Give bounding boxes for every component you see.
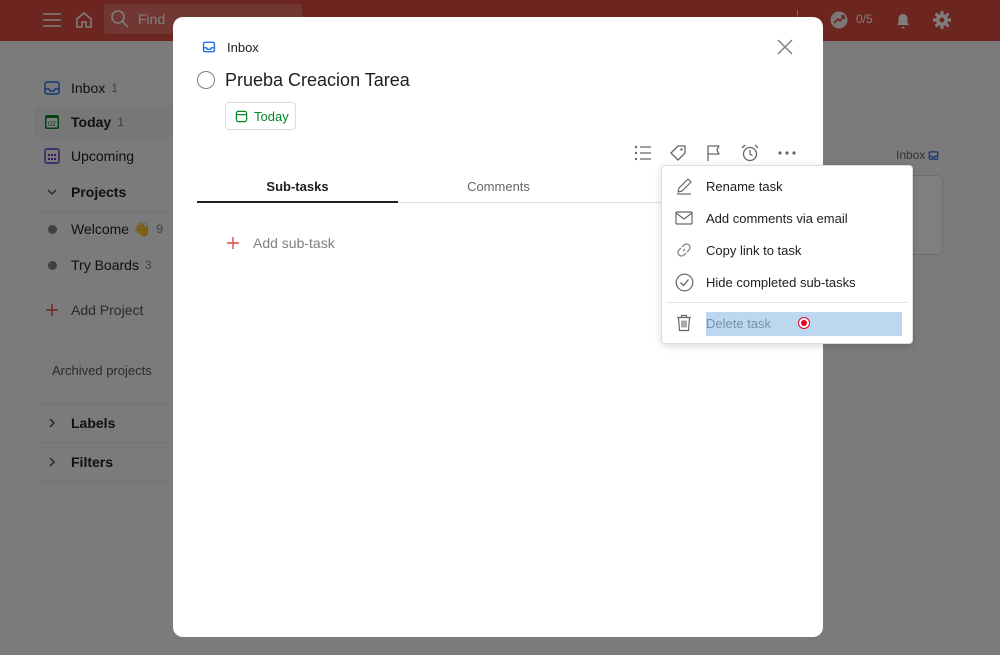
menu-item-delete-task[interactable]: Delete task xyxy=(662,308,912,338)
task-title[interactable]: Prueba Creacion Tarea xyxy=(225,70,410,91)
menu-item-copy-link[interactable]: Copy link to task xyxy=(662,235,912,265)
task-more-menu: Rename task Add comments via email Copy … xyxy=(661,165,913,344)
mouse-cursor-marker xyxy=(799,318,809,328)
menu-item-label: Add comments via email xyxy=(706,210,848,226)
plus-icon xyxy=(225,235,241,251)
check-circle-icon xyxy=(674,272,694,292)
menu-item-hide-completed[interactable]: Hide completed sub-tasks xyxy=(662,267,912,297)
tab-comments[interactable]: Comments xyxy=(398,179,599,194)
due-date-label: Today xyxy=(254,108,289,124)
trash-icon xyxy=(674,313,694,333)
flag-icon[interactable] xyxy=(703,142,725,164)
task-complete-checkbox[interactable] xyxy=(197,71,215,89)
calendar-icon xyxy=(234,109,248,123)
menu-item-label: Copy link to task xyxy=(706,242,802,258)
inbox-icon xyxy=(201,39,217,55)
menu-item-label: Hide completed sub-tasks xyxy=(706,274,856,290)
envelope-icon xyxy=(674,208,694,228)
menu-item-label: Delete task xyxy=(706,315,772,331)
active-tab-indicator xyxy=(197,201,398,203)
pencil-icon xyxy=(674,176,694,196)
link-icon xyxy=(674,240,694,260)
menu-divider xyxy=(667,302,908,303)
more-icon[interactable] xyxy=(776,142,798,164)
alarm-icon[interactable] xyxy=(739,142,761,164)
close-icon[interactable] xyxy=(775,37,795,57)
tag-icon[interactable] xyxy=(667,142,689,164)
menu-item-add-comments-email[interactable]: Add comments via email xyxy=(662,203,912,233)
add-sub-task-button[interactable]: Add sub-task xyxy=(225,235,335,251)
menu-item-label: Rename task xyxy=(706,178,783,194)
modal-project-link[interactable]: Inbox xyxy=(201,39,259,55)
modal-project-label: Inbox xyxy=(227,39,259,55)
add-sub-task-label: Add sub-task xyxy=(253,235,335,251)
list-icon[interactable] xyxy=(632,142,654,164)
menu-item-rename-task[interactable]: Rename task xyxy=(662,171,912,201)
due-date-button[interactable]: Today xyxy=(225,102,296,130)
tab-sub-tasks[interactable]: Sub-tasks xyxy=(197,179,398,194)
